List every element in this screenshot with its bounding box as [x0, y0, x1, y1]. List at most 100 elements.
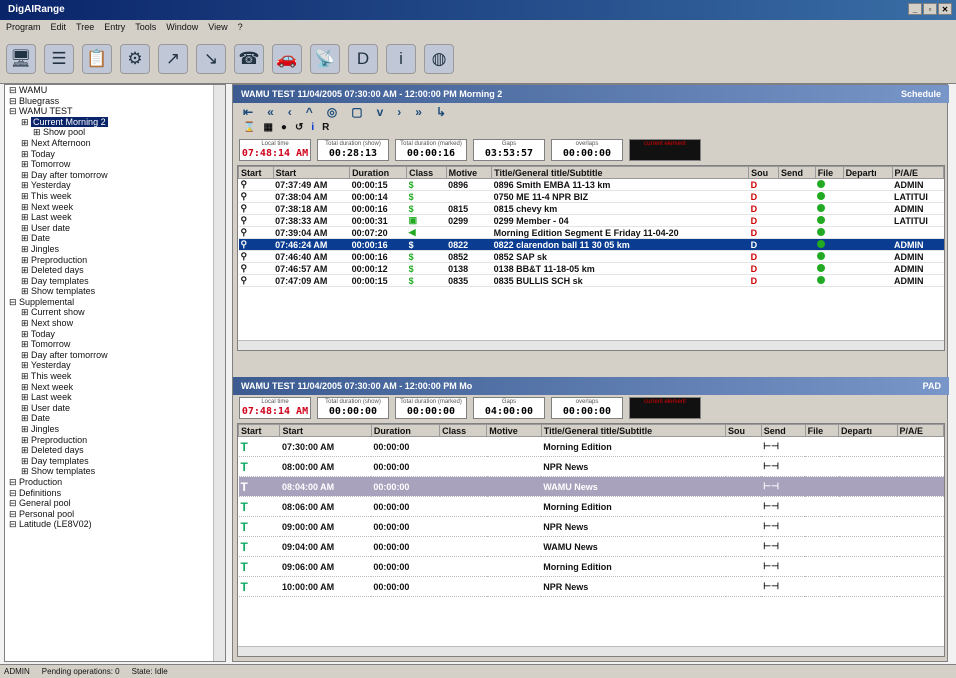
column-header[interactable]: Send [777, 166, 816, 179]
column-header[interactable]: Start [238, 166, 274, 179]
tools-icon[interactable]: ⚙ [120, 44, 150, 74]
column-header[interactable]: Departı [842, 166, 893, 179]
tree-item[interactable]: ⊟ Bluegrass [5, 96, 225, 107]
tree-item[interactable]: ⊞ Current Morning 2 [5, 116, 225, 128]
info-icon[interactable]: i [386, 44, 416, 74]
table-row[interactable]: T 08:04:00 AM 00:00:00 WAMU News ⊢⊣ [238, 476, 944, 497]
column-header[interactable]: Class [439, 424, 488, 437]
tree-item[interactable]: ⊟ Personal pool [5, 509, 225, 520]
table-row[interactable]: ⚲ 07:39:04 AM 00:07:20 ◀ Morning Edition Seg… [238, 226, 944, 239]
column-header[interactable]: Title/General title/Subtitle [491, 166, 750, 179]
tree-item[interactable]: ⊞ Date [5, 413, 225, 424]
column-header[interactable]: Duration [349, 166, 408, 179]
column-header[interactable]: Send [760, 424, 806, 437]
column-header[interactable]: Departı [838, 424, 898, 437]
tree-item[interactable]: ⊞ Today [5, 149, 225, 160]
column-header[interactable]: Sou [725, 424, 762, 437]
column-header[interactable]: Sou [748, 166, 779, 179]
tree-item[interactable]: ⊞ Last week [5, 392, 225, 403]
chart-icon[interactable]: ↗ [158, 44, 188, 74]
r-icon[interactable]: R [322, 122, 329, 136]
table-row[interactable]: T 09:00:00 AM 00:00:00 NPR News ⊢⊣ [238, 516, 944, 537]
mode-label[interactable]: Schedule [901, 89, 941, 99]
menu-item-7[interactable]: ? [238, 22, 243, 34]
nav-button-6[interactable]: v [377, 105, 384, 119]
table-row[interactable]: ⚲ 07:47:09 AM 00:00:15 $0835 0835 BULLIS SCH… [238, 274, 944, 287]
tree-item[interactable]: ⊞ Day after tomorrow [5, 170, 225, 181]
tree-item[interactable]: ⊟ WAMU [5, 85, 225, 96]
tree-item[interactable]: ⊞ Next show [5, 318, 225, 329]
nav-button-4[interactable]: ◎ [327, 105, 337, 119]
tree-item[interactable]: ⊞ Next week [5, 202, 225, 213]
tree-item[interactable]: ⊞ This week [5, 191, 225, 202]
column-header[interactable]: Motive [486, 424, 542, 437]
tree-item[interactable]: ⊞ Last week [5, 212, 225, 223]
nav-button-0[interactable]: ⇤ [243, 105, 253, 119]
table-row[interactable]: T 07:30:00 AM 00:00:00 Morning Edition ⊢⊣ [238, 436, 944, 457]
pad-grid[interactable]: Start Start Duration Class Motive Title/Gener… [237, 423, 945, 657]
column-header[interactable]: File [814, 166, 844, 179]
table-row[interactable]: ⚲ 07:46:57 AM 00:00:12 $0138 0138 BB&T 11-18… [238, 262, 944, 275]
restore-button[interactable]: ▫ [923, 3, 937, 15]
tree-item[interactable]: ⊞ Day templates [5, 456, 225, 467]
tree-item[interactable]: ⊟ Definitions [5, 488, 225, 499]
tree-item[interactable]: ⊞ Show templates [5, 466, 225, 477]
tree-item[interactable]: ⊞ Next week [5, 382, 225, 393]
tree-item[interactable]: ⊞ Jingles [5, 244, 225, 255]
satellite-icon[interactable]: 📡 [310, 44, 340, 74]
car-icon[interactable]: 🚗 [272, 44, 302, 74]
chart-gray-icon[interactable]: ↘ [196, 44, 226, 74]
tree-item[interactable]: ⊞ Deleted days [5, 445, 225, 456]
tree-item[interactable]: ⊞ Day templates [5, 276, 225, 287]
tree-item[interactable]: ⊟ General pool [5, 498, 225, 509]
menu-item-2[interactable]: Tree [76, 22, 94, 34]
column-header[interactable]: P/A/E [891, 166, 944, 179]
minimize-button[interactable]: _ [908, 3, 922, 15]
d-logo-icon[interactable]: D [348, 44, 378, 74]
close-button[interactable]: ✕ [938, 3, 952, 15]
tree-item[interactable]: ⊞ Tomorrow [5, 339, 225, 350]
navigation-tree[interactable]: ⊟ WAMU ⊟ Bluegrass ⊟ WAMU TEST ⊞ Current Mo… [4, 84, 226, 662]
menu-item-1[interactable]: Edit [51, 22, 67, 34]
menu-item-0[interactable]: Program [6, 22, 41, 34]
clipboard-icon[interactable]: 📋 [82, 44, 112, 74]
refresh-icon[interactable]: ↺ [295, 122, 303, 136]
tree-item[interactable]: ⊞ Show templates [5, 286, 225, 297]
tree-scrollbar[interactable] [213, 85, 225, 661]
handset-icon[interactable]: ☎ [234, 44, 264, 74]
tree-item[interactable]: ⊟ Production [5, 477, 225, 488]
column-header[interactable]: P/A/E [896, 424, 944, 437]
tree-item[interactable]: ⊞ Current show [5, 307, 225, 318]
column-header[interactable]: Duration [370, 424, 441, 437]
table-row[interactable]: T 09:06:00 AM 00:00:00 Morning Edition ⊢⊣ [238, 556, 944, 577]
tree-item[interactable]: ⊟ WAMU TEST [5, 106, 225, 117]
nav-button-8[interactable]: » [415, 105, 422, 119]
table-row[interactable]: T 10:00:00 AM 00:00:00 NPR News ⊢⊣ [238, 576, 944, 597]
table-row[interactable]: ⚲ 07:38:33 AM 00:00:31 ▣ 0299 0299 Member - 0… [238, 214, 944, 227]
globe-icon[interactable]: ◍ [424, 44, 454, 74]
stop-icon[interactable]: ● [281, 122, 287, 136]
tree-item[interactable]: ⊞ Preproduction [5, 435, 225, 446]
table-row[interactable]: ⚲ 07:46:40 AM 00:00:16 $0852 0852 SAP sk D ADM… [238, 250, 944, 263]
pad-mode-label[interactable]: PAD [923, 381, 941, 391]
tree-item[interactable]: ⊞ Preproduction [5, 255, 225, 266]
table-row[interactable]: T 09:04:00 AM 00:00:00 WAMU News ⊢⊣ [238, 536, 944, 557]
tree-item[interactable]: ⊞ Show pool [5, 127, 225, 138]
menu-item-6[interactable]: View [208, 22, 227, 34]
tree-item[interactable]: ⊞ User date [5, 223, 225, 234]
filter-icon[interactable]: ⌛ [243, 122, 255, 136]
monitor-icon[interactable]: 🖥 [6, 44, 36, 74]
nav-button-3[interactable]: ^ [306, 105, 313, 119]
nav-button-9[interactable]: ↳ [436, 105, 446, 119]
column-header[interactable]: File [804, 424, 840, 437]
tree-item[interactable]: ⊞ Deleted days [5, 265, 225, 276]
schedule-grid[interactable]: Start Start Duration Class Motive Title/Gener… [237, 165, 945, 351]
tree-item[interactable]: ⊞ Today [5, 329, 225, 340]
nav-button-2[interactable]: ‹ [288, 105, 292, 119]
column-header[interactable]: Start [279, 424, 372, 437]
tree-item[interactable]: ⊟ Latitude (LE8V02) [5, 519, 225, 530]
top-hscrollbar[interactable] [238, 340, 944, 350]
tree-item[interactable]: ⊞ Tomorrow [5, 159, 225, 170]
stack-icon[interactable]: ☰ [44, 44, 74, 74]
menu-item-5[interactable]: Window [166, 22, 198, 34]
